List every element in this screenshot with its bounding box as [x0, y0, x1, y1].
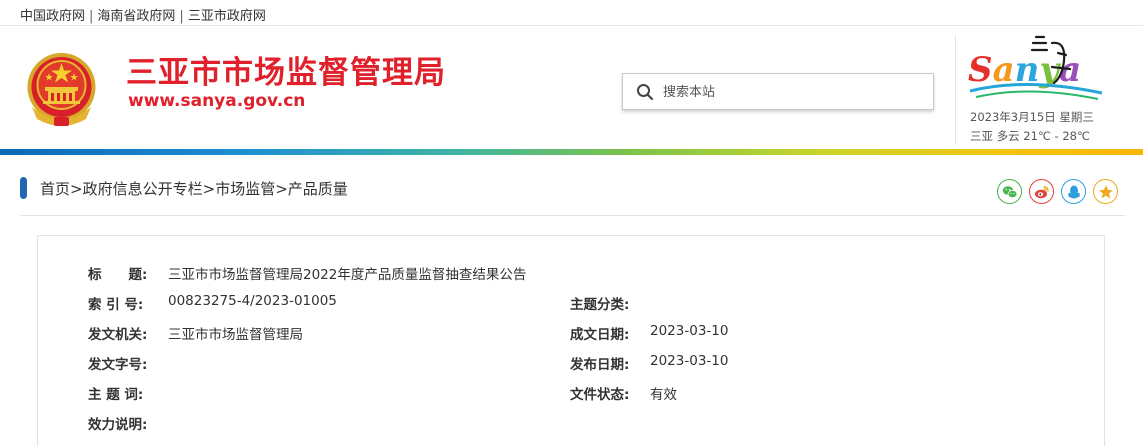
label-created-date: 成文日期: [570, 327, 630, 343]
label-keywords: 主 题 词: [88, 387, 144, 403]
label-published-date: 发布日期: [570, 357, 630, 373]
breadcrumb-divider [20, 215, 1125, 216]
label-issuer: 发文机关: [88, 327, 148, 343]
value-status: 有效 [650, 387, 677, 403]
link-separator: | [179, 9, 184, 24]
top-links: 中国政府网 | 海南省政府网 | 三亚市政府网 [20, 5, 266, 24]
link-separator: | [89, 9, 94, 24]
weather-info: 三亚 多云 21℃ - 28℃ [970, 129, 1090, 143]
weibo-icon [1035, 186, 1049, 199]
sanya-logo-icon: Sanya [968, 35, 1103, 100]
link-sanya-gov[interactable]: 三亚市政府网 [188, 9, 266, 24]
value-published-date: 2023-03-10 [650, 353, 729, 369]
search-box[interactable] [622, 73, 934, 110]
header-color-stripe [0, 149, 1143, 155]
breadcrumb-gov-info[interactable]: 政府信息公开专栏 [83, 180, 203, 198]
breadcrumb-separator: > [202, 180, 216, 198]
qq-icon [1068, 185, 1080, 199]
breadcrumb-home[interactable]: 首页 [40, 180, 70, 198]
label-validity: 效力说明: [88, 417, 148, 433]
header-divider [955, 35, 956, 145]
breadcrumb-separator: > [70, 180, 83, 198]
site-url[interactable]: www.sanya.gov.cn [128, 91, 305, 111]
label-title: 标 题: [88, 267, 148, 283]
share-wechat-button[interactable] [997, 179, 1022, 204]
label-status: 文件状态: [570, 387, 630, 403]
value-title: 三亚市市场监督管理局2022年度产品质量监督抽查结果公告 [168, 267, 527, 283]
site-title: 三亚市市场监督管理局 [126, 55, 446, 91]
link-hainan-gov[interactable]: 海南省政府网 [97, 9, 175, 24]
national-emblem-icon [27, 53, 96, 126]
value-issuer: 三亚市市场监督管理局 [168, 327, 303, 343]
search-icon[interactable] [636, 83, 654, 101]
document-info-panel: 标 题: 三亚市市场监督管理局2022年度产品质量监督抽查结果公告 索 引 号:… [37, 235, 1105, 446]
breadcrumb-marker [20, 177, 27, 199]
wechat-icon [1002, 186, 1018, 199]
label-topic-class: 主题分类: [570, 297, 630, 313]
value-index: 00823275-4/2023-01005 [168, 293, 337, 309]
favorite-icon [1099, 185, 1113, 199]
label-index: 索 引 号: [88, 297, 144, 313]
share-qq-button[interactable] [1061, 179, 1086, 204]
site-header: 三亚市市场监督管理局 www.sanya.gov.cn Sanya 2023年3… [0, 27, 1143, 149]
label-doc-number: 发文字号: [88, 357, 148, 373]
value-created-date: 2023-03-10 [650, 323, 729, 339]
share-weibo-button[interactable] [1029, 179, 1054, 204]
share-favorite-button[interactable] [1093, 179, 1118, 204]
breadcrumb: 首页>政府信息公开专栏>市场监管>产品质量 [40, 178, 348, 199]
search-input[interactable] [663, 81, 923, 103]
current-date: 2023年3月15日 星期三 [970, 110, 1094, 124]
breadcrumb-product-quality[interactable]: 产品质量 [288, 180, 348, 198]
link-china-gov[interactable]: 中国政府网 [20, 9, 85, 24]
breadcrumb-separator: > [275, 180, 288, 198]
top-link-bar: 中国政府网 | 海南省政府网 | 三亚市政府网 [0, 0, 1143, 26]
breadcrumb-market-supervision[interactable]: 市场监管 [215, 180, 275, 198]
